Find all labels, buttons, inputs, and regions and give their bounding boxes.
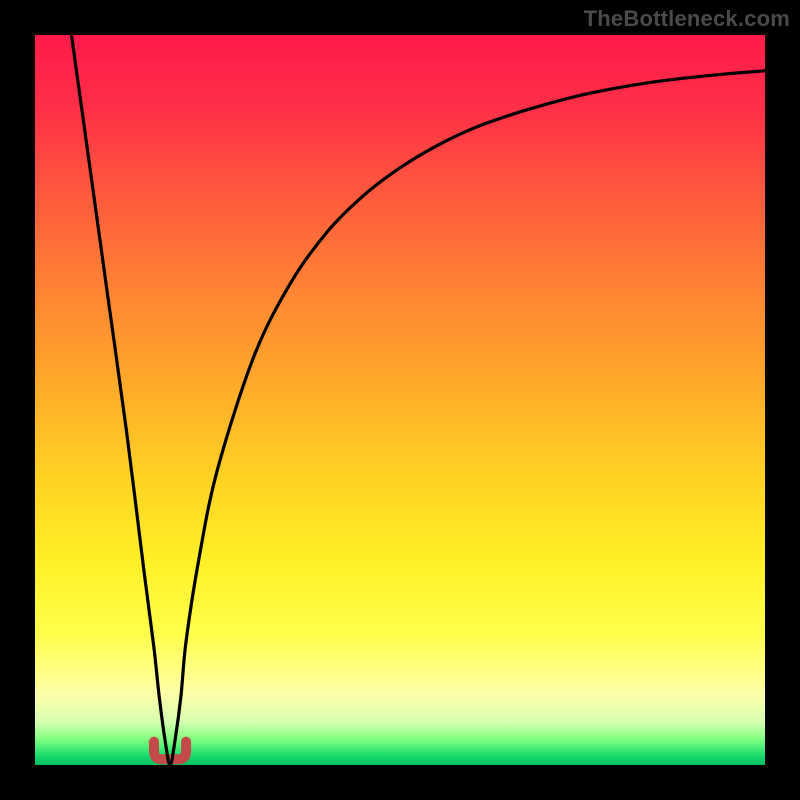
plot-area <box>35 35 765 765</box>
watermark-text: TheBottleneck.com <box>584 6 790 32</box>
bottleneck-curve <box>35 35 765 765</box>
chart-frame: TheBottleneck.com <box>0 0 800 800</box>
